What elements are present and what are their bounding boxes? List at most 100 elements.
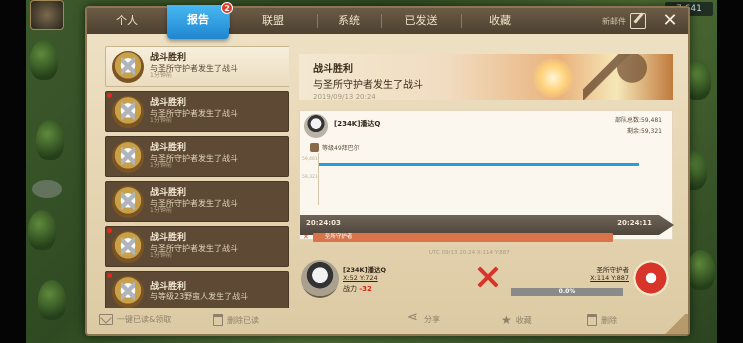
tab-favorites[interactable]: 收藏 xyxy=(461,8,539,34)
battle-shield-icon xyxy=(112,230,144,263)
report-title: 战斗胜利 xyxy=(150,53,187,64)
mail-dialog: 个人 报告 2 联盟 系统 已发送 收藏 新邮件 ✕ 战斗胜利 与圣所守护者发生… xyxy=(85,2,690,336)
delete-read-button[interactable]: 删除已读 xyxy=(213,314,259,326)
read-claim-all-button[interactable]: 一键已读&领取 xyxy=(99,314,171,325)
battle-shield-icon xyxy=(112,50,144,83)
report-time: 1分钟前 xyxy=(150,71,172,79)
share-icon xyxy=(407,310,420,325)
report-detail-subtitle: 与圣所守护者发生了战斗 xyxy=(313,80,423,91)
timeline-end: 20:24:11 xyxy=(617,219,652,227)
tree-illustration xyxy=(583,54,653,100)
player-name[interactable]: [234K]潘达Q xyxy=(334,119,380,129)
screen-bezel-right xyxy=(717,0,743,343)
page-corner-fold xyxy=(662,314,688,334)
favorite-label: 收藏 xyxy=(515,315,532,325)
enemy-bar: 圣所守护者 xyxy=(312,232,613,242)
tab-reports[interactable]: 报告 2 xyxy=(167,2,233,39)
report-detail-title: 战斗胜利 xyxy=(313,64,353,75)
attacker-avatar[interactable] xyxy=(301,260,339,298)
close-button[interactable]: ✕ xyxy=(660,11,680,31)
delete-read-label: 删除已读 xyxy=(227,315,259,325)
report-list: 战斗胜利 与圣所守护者发生了战斗 1分钟前 战斗胜利 与圣所守护者发生了战斗 1… xyxy=(105,46,289,308)
read-claim-all-label: 一键已读&领取 xyxy=(117,315,172,324)
attacker-coordinates[interactable]: X:52 Y:724 xyxy=(343,274,378,282)
troop-count-line xyxy=(319,163,639,166)
battle-timeline: [234K]潘达Q 部队总数:59,481 剩余:59,321 等级49拜巴尔 … xyxy=(299,110,674,240)
compose-icon xyxy=(630,13,646,29)
report-list-item[interactable]: 战斗胜利 与圣所守护者发生了战斗 1分钟前 xyxy=(105,136,289,177)
crossed-swords-icon xyxy=(475,264,501,290)
unread-dot xyxy=(107,228,112,233)
timeline-start: 20:24:03 xyxy=(306,219,341,227)
mail-icon xyxy=(99,314,113,325)
report-subtitle: 与等级23野蛮人发生了战斗 xyxy=(150,292,249,302)
enemy-row: ✕ 圣所守护者 xyxy=(299,230,673,244)
report-list-item[interactable]: 战斗胜利 与圣所守护者发生了战斗 1分钟前 xyxy=(105,46,289,87)
tree-decoration xyxy=(36,120,64,160)
commander-icon xyxy=(310,143,319,152)
battle-summary: UTC 09/13 20:24 X:114 Y:887 [234K]潘达Q X:… xyxy=(299,250,673,304)
attacker-power: 战力 -32 xyxy=(343,284,372,294)
mail-tab-bar: 个人 报告 2 联盟 系统 已发送 收藏 新邮件 ✕ xyxy=(87,2,688,39)
power-change: -32 xyxy=(359,285,372,293)
delete-button[interactable]: 删除 xyxy=(587,314,617,326)
rock-decoration xyxy=(32,180,62,198)
unread-dot xyxy=(107,273,112,278)
enemy-defeated-icon: ✕ xyxy=(303,233,309,241)
battle-shield-icon xyxy=(112,140,144,173)
share-label: 分享 xyxy=(424,315,440,324)
defender-emblem-icon xyxy=(633,260,669,296)
commander-level: 等级49拜巴尔 xyxy=(322,145,360,152)
tree-decoration xyxy=(38,280,66,320)
commander-avatar[interactable] xyxy=(304,114,328,138)
battle-location: UTC 09/13 20:24 X:114 Y:887 xyxy=(429,250,510,256)
report-title: 战斗胜利 xyxy=(150,188,187,199)
tab-system[interactable]: 系统 xyxy=(317,8,381,34)
report-detail: 战斗胜利 与圣所守护者发生了战斗 2019/09/13 20:24 [234K]… xyxy=(299,54,674,304)
tree-decoration xyxy=(30,40,58,80)
report-list-item[interactable]: 战斗胜利 与圣所守护者发生了战斗 1分钟前 xyxy=(105,91,289,132)
share-button[interactable]: 分享 xyxy=(407,310,440,325)
battle-shield-icon xyxy=(112,95,144,128)
tree-decoration xyxy=(687,250,715,290)
screen-bezel-left xyxy=(0,0,26,343)
commander-level-row: 等级49拜巴尔 xyxy=(310,143,360,152)
new-mail-button[interactable]: 新邮件 xyxy=(602,8,646,34)
defender-coordinates[interactable]: X:114 Y:887 xyxy=(590,274,629,282)
tab-personal[interactable]: 个人 xyxy=(87,8,167,34)
report-banner: 战斗胜利 与圣所守护者发生了战斗 2019/09/13 20:24 xyxy=(299,54,673,101)
sunset-illustration xyxy=(533,58,573,98)
tab-alliance[interactable]: 联盟 xyxy=(229,8,317,34)
troops-remaining: 剩余:59,321 xyxy=(626,128,662,135)
battle-shield-icon xyxy=(112,185,144,218)
star-icon: ★ xyxy=(501,313,512,327)
power-label: 战力 xyxy=(343,285,357,293)
trash-icon xyxy=(213,314,223,326)
player-avatar-hud[interactable] xyxy=(30,0,64,30)
footer-action-bar: 一键已读&领取 删除已读 分享 ★ 收藏 删除 xyxy=(87,310,688,334)
delete-label: 删除 xyxy=(601,315,617,325)
report-time: 1分钟前 xyxy=(150,251,172,259)
tree-decoration xyxy=(28,210,56,250)
attacker-name: [234K]潘达Q xyxy=(343,266,387,274)
report-date: 2019/09/13 20:24 xyxy=(313,93,376,101)
report-time: 1分钟前 xyxy=(150,206,172,214)
troops-total: 部队总数:59,481 xyxy=(614,117,662,124)
report-list-item[interactable]: 战斗胜利 与圣所守护者发生了战斗 1分钟前 xyxy=(105,181,289,222)
report-title: 战斗胜利 xyxy=(150,281,187,292)
report-title: 战斗胜利 xyxy=(150,98,187,109)
new-mail-label: 新邮件 xyxy=(602,16,626,26)
report-list-item[interactable]: 战斗胜利 与圣所守护者发生了战斗 1分钟前 xyxy=(105,226,289,267)
trash-icon xyxy=(587,314,597,326)
defender-remaining-bar: 0.0% xyxy=(511,288,623,296)
report-list-item[interactable]: 战斗胜利 与等级23野蛮人发生了战斗 xyxy=(105,271,289,308)
report-title: 战斗胜利 xyxy=(150,143,187,154)
y-axis-label: 59,321 xyxy=(302,175,318,180)
battle-shield-icon xyxy=(112,275,144,308)
troop-stats: 部队总数:59,481 剩余:59,321 xyxy=(615,115,662,137)
unread-dot xyxy=(107,93,112,98)
tab-sent[interactable]: 已发送 xyxy=(381,8,461,34)
defender-name: 圣所守护者 xyxy=(596,266,630,274)
report-time: 1分钟前 xyxy=(150,116,172,124)
favorite-button[interactable]: ★ 收藏 xyxy=(501,314,532,326)
